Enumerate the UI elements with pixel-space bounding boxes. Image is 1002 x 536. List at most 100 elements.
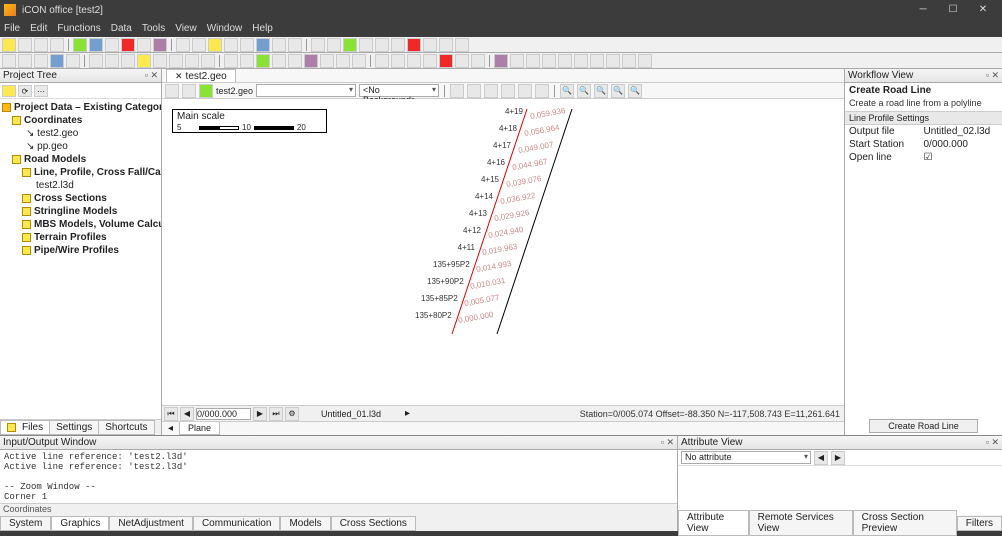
tool-icon[interactable] [50, 38, 64, 52]
tool-icon[interactable] [510, 54, 524, 68]
tool-icon[interactable] [121, 38, 135, 52]
tool-icon[interactable] [375, 54, 389, 68]
tool-icon[interactable] [304, 54, 318, 68]
tool-icon[interactable] [165, 84, 179, 98]
nav-last-icon[interactable]: ⏭ [269, 407, 283, 421]
tool-icon[interactable] [622, 54, 636, 68]
tool-icon[interactable] [375, 38, 389, 52]
more-icon[interactable]: ⋯ [34, 85, 48, 97]
zoom-icon[interactable]: 🔍 [560, 84, 574, 98]
tool-icon[interactable] [343, 38, 357, 52]
tool-icon[interactable] [455, 38, 469, 52]
doc-tab[interactable]: ✕ test2.geo [166, 69, 236, 82]
tab-settings[interactable]: Settings [49, 420, 99, 435]
tool-icon[interactable] [407, 38, 421, 52]
tool-icon[interactable] [182, 84, 196, 98]
tool-icon[interactable] [240, 54, 254, 68]
tool-icon[interactable] [153, 38, 167, 52]
tool-icon[interactable] [272, 38, 286, 52]
arrow-right-icon[interactable]: ▶ [831, 451, 845, 465]
tree-item[interactable]: test2.geo [37, 128, 78, 139]
tool-icon[interactable] [391, 38, 405, 52]
maximize-button[interactable]: ☐ [938, 0, 968, 20]
attribute-dropdown[interactable]: No attribute [681, 451, 811, 464]
menu-file[interactable]: File [4, 23, 20, 34]
create-road-line-button[interactable]: Create Road Line [869, 419, 978, 433]
tool-icon[interactable] [288, 54, 302, 68]
io-output[interactable]: Active line reference: 'test2.l3d' Activ… [0, 450, 677, 503]
tab-arrow-icon[interactable]: ▸ [405, 408, 410, 419]
menu-view[interactable]: View [175, 23, 197, 34]
wf-value[interactable]: 0/000.000 [924, 139, 999, 150]
tool-icon[interactable] [256, 54, 270, 68]
project-tree[interactable]: Project Data – Existing Categories Coord… [0, 99, 161, 419]
menu-tools[interactable]: Tools [142, 23, 165, 34]
tool-icon[interactable] [18, 38, 32, 52]
canvas[interactable]: Main scale 5 10 20 4+194+184+174+164+154… [162, 99, 844, 405]
refresh-icon[interactable]: ⟳ [18, 85, 32, 97]
tool-icon[interactable] [336, 54, 350, 68]
tab-shortcuts[interactable]: Shortcuts [98, 420, 154, 435]
tool-icon[interactable] [471, 54, 485, 68]
tab-models[interactable]: Models [280, 516, 330, 531]
menu-edit[interactable]: Edit [30, 23, 47, 34]
tab-graphics[interactable]: Graphics [51, 516, 109, 531]
tool-icon[interactable] [327, 38, 341, 52]
tool-icon[interactable] [121, 54, 135, 68]
tool-icon[interactable] [501, 84, 515, 98]
tool-icon[interactable] [574, 54, 588, 68]
tool-icon[interactable] [2, 38, 16, 52]
tool-icon[interactable] [535, 84, 549, 98]
tool-icon[interactable] [73, 38, 87, 52]
tree-item[interactable]: Cross Sections [34, 193, 107, 204]
minimize-button[interactable]: ─ [908, 0, 938, 20]
panel-close-icon[interactable]: ▫ ✕ [145, 70, 158, 81]
tab-system[interactable]: System [0, 516, 51, 531]
tool-icon[interactable] [311, 38, 325, 52]
tool-icon[interactable] [137, 38, 151, 52]
tool-icon[interactable] [50, 54, 64, 68]
tool-icon[interactable] [423, 54, 437, 68]
tool-icon[interactable] [494, 54, 508, 68]
tool-icon[interactable] [590, 54, 604, 68]
tab-arrow-icon[interactable]: ◂ [162, 423, 179, 434]
tool-icon[interactable] [192, 38, 206, 52]
tree-item[interactable]: Terrain Profiles [34, 232, 107, 243]
tool-icon[interactable] [18, 54, 32, 68]
tool-icon[interactable] [391, 54, 405, 68]
tool-icon[interactable] [224, 38, 238, 52]
tool-icon[interactable] [638, 54, 652, 68]
background-dropdown[interactable]: <No Background> [359, 84, 439, 97]
tool-icon[interactable] [542, 54, 556, 68]
tab-cross-section-preview[interactable]: Cross Section Preview [853, 510, 957, 536]
tree-root[interactable]: Project Data – Existing Categories [14, 102, 161, 113]
tool-icon[interactable] [201, 54, 215, 68]
zoom-icon[interactable]: 🔍 [628, 84, 642, 98]
tree-item[interactable]: Stringline Models [34, 206, 117, 217]
tool-icon[interactable] [240, 38, 254, 52]
zoom-icon[interactable]: 🔍 [594, 84, 608, 98]
tab-netadjustment[interactable]: NetAdjustment [109, 516, 193, 531]
tool-icon[interactable] [352, 54, 366, 68]
panel-close-icon[interactable]: ▫ ✕ [661, 437, 674, 448]
tool-icon[interactable] [518, 84, 532, 98]
zoom-icon[interactable]: 🔍 [611, 84, 625, 98]
panel-close-icon[interactable]: ▫ ✕ [986, 70, 999, 81]
tree-road-models[interactable]: Road Models [24, 154, 86, 165]
menu-help[interactable]: Help [252, 23, 273, 34]
arrow-left-icon[interactable]: ◀ [814, 451, 828, 465]
station-input[interactable] [196, 408, 251, 420]
tool-icon[interactable] [105, 38, 119, 52]
panel-close-icon[interactable]: ▫ ✕ [986, 437, 999, 448]
tool-icon[interactable] [288, 38, 302, 52]
tree-item[interactable]: Pipe/Wire Profiles [34, 245, 119, 256]
tab-cross-sections[interactable]: Cross Sections [331, 516, 416, 531]
tab-plane[interactable]: Plane [179, 422, 220, 435]
tree-item[interactable]: MBS Models, Volume Calculation [34, 219, 161, 230]
tool-icon[interactable] [137, 54, 151, 68]
menu-window[interactable]: Window [207, 23, 243, 34]
tool-icon[interactable] [105, 54, 119, 68]
tab-files[interactable]: Files [0, 420, 50, 435]
tab-attribute-view[interactable]: Attribute View [678, 510, 749, 536]
zoom-icon[interactable]: 🔍 [577, 84, 591, 98]
